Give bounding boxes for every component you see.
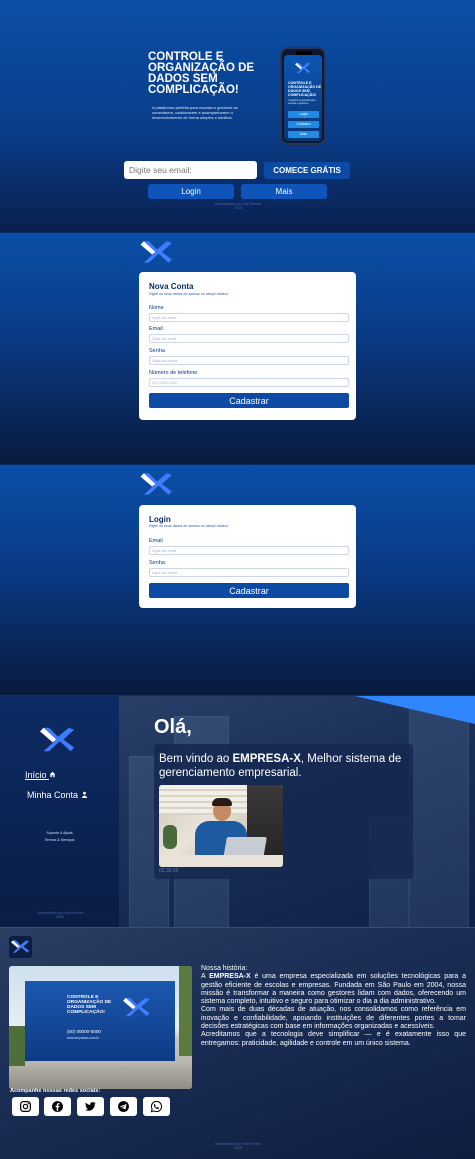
signup-title: Nova Conta [149,282,194,291]
phone-signup-button: Cadastro [288,121,319,128]
dashboard-section: Início Minha Conta Suporte & Ajuda Termo… [0,695,475,927]
login-section: Login Digite os seus dados de acesso no … [0,464,475,695]
login-password-field[interactable] [149,568,349,577]
email-label: Email [149,326,163,332]
twitter-button[interactable] [77,1097,104,1116]
signup-subtitle: Digite os seus dados de acesso no campo … [149,292,229,296]
logo-icon [11,940,30,953]
logo-box [9,936,32,958]
greeting: Olá, [154,716,192,738]
billboard-title: CONTROLE E ORGANIZAÇÃO DE DADOS SEM COMP… [67,995,112,1015]
story-heading: Nossa história: [201,965,248,972]
instagram-button[interactable] [12,1097,39,1116]
email-input[interactable] [124,161,257,179]
welcome-panel: Bem vindo ao EMPRESA-X, Melhor sistema d… [154,744,413,879]
about-section: CONTROLE E ORGANIZAÇÃO DE DADOS SEM COMP… [0,927,475,1159]
login-password-label: Senha [149,560,165,566]
sidebar: Início Minha Conta Suporte & Ajuda Termo… [0,696,119,927]
signup-submit-button[interactable]: Cadastrar [149,393,349,408]
phone-field[interactable] [149,378,349,387]
billboard-site: www.empresax.com.br [67,1036,100,1040]
welcome-text: Bem vindo ao EMPRESA-X, Melhor sistema d… [159,753,402,779]
signup-section: Nova Conta Digite os seus dados de acess… [0,232,475,464]
phone-more-button: Mais [288,131,319,138]
footer-credit: Desenvolvido por Levi Ferreira 2025 [36,911,84,919]
story-paragraph-1: A EMPRESA-X é uma empresa especializada … [201,973,466,1006]
telegram-button[interactable] [110,1097,137,1116]
logo-icon [140,241,172,263]
clock-time: 02:39:55 [159,868,179,874]
password-field[interactable] [149,356,349,365]
billboard-phone: (00) 00000-0000 [67,1029,101,1034]
phone-label: Número de telefone [149,370,198,376]
login-email-field[interactable] [149,546,349,555]
login-subtitle: Digite os seus dados de acesso no campo … [149,524,229,528]
hero-title: CONTROLE E ORGANIZAÇÃO DE DADOS SEM COMP… [148,51,255,96]
nav-account[interactable]: Minha Conta [27,790,88,800]
name-field[interactable] [149,313,349,322]
home-icon [49,771,56,778]
nav-home-label: Início [25,770,47,780]
footer-credit: Desenvolvido por Levi Ferreira 2025 [214,1142,262,1150]
twitter-icon [85,1102,96,1111]
support-link[interactable]: Suporte & Ajuda [0,831,119,835]
signup-card: Nova Conta Digite os seus dados de acess… [139,272,356,420]
facebook-icon [52,1101,63,1112]
name-label: Nome [149,305,164,311]
nav-account-label: Minha Conta [27,790,79,800]
hero-section: CONTROLE E ORGANIZAÇÃO DE DADOS SEM COMP… [0,0,475,232]
instagram-icon [20,1101,31,1112]
phone-title: CONTROLE E ORGANIZAÇÃO DE DADOS SEM COMP… [288,81,322,97]
whatsapp-icon [150,1100,163,1113]
phone-description: A plataforma perfeita para escolas e ges… [288,99,316,105]
facebook-button[interactable] [44,1097,71,1116]
email-field[interactable] [149,334,349,343]
user-icon [81,791,87,798]
billboard-wall: CONTROLE E ORGANIZAÇÃO DE DADOS SEM COMP… [25,981,175,1061]
footer-credit: Desenvolvido por Levi Ferreira 2025 [214,202,262,210]
more-button[interactable]: Mais [241,184,327,199]
telegram-icon [118,1101,129,1112]
phone-mockup: CONTROLE E ORGANIZAÇÃO DE DADOS SEM COMP… [280,47,326,145]
logo-icon [123,997,150,1017]
login-card: Login Digite os seus dados de acesso no … [139,505,356,608]
login-title: Login [149,515,171,524]
social-heading: Acompanhe nossas redes sociais: [10,1088,101,1094]
phone-login-button: Login [288,111,319,118]
password-label: Senha [149,348,165,354]
whatsapp-button[interactable] [143,1097,170,1116]
logo-icon [295,62,311,74]
billboard-photo: CONTROLE E ORGANIZAÇÃO DE DADOS SEM COMP… [9,966,192,1089]
logo-icon [40,727,75,752]
hero-description: A plataforma perfeita para escolas e ges… [152,105,238,120]
story-text: Nossa história: A EMPRESA-X é uma empres… [201,965,466,1048]
login-email-label: Email [149,538,163,544]
login-submit-button[interactable]: Cadastrar [149,583,349,598]
terms-link[interactable]: Termos & Serviços [0,838,119,842]
man-laptop-photo [159,785,283,867]
logo-icon [140,473,172,495]
story-paragraph-3: Acreditamos que a tecnologia deve simpli… [201,1031,466,1047]
login-button[interactable]: Login [148,184,234,199]
nav-home[interactable]: Início [25,770,56,780]
story-paragraph-2: Com mais de duas décadas de atuação, nos… [201,1006,466,1031]
start-free-button[interactable]: COMECE GRÁTIS [264,162,350,179]
